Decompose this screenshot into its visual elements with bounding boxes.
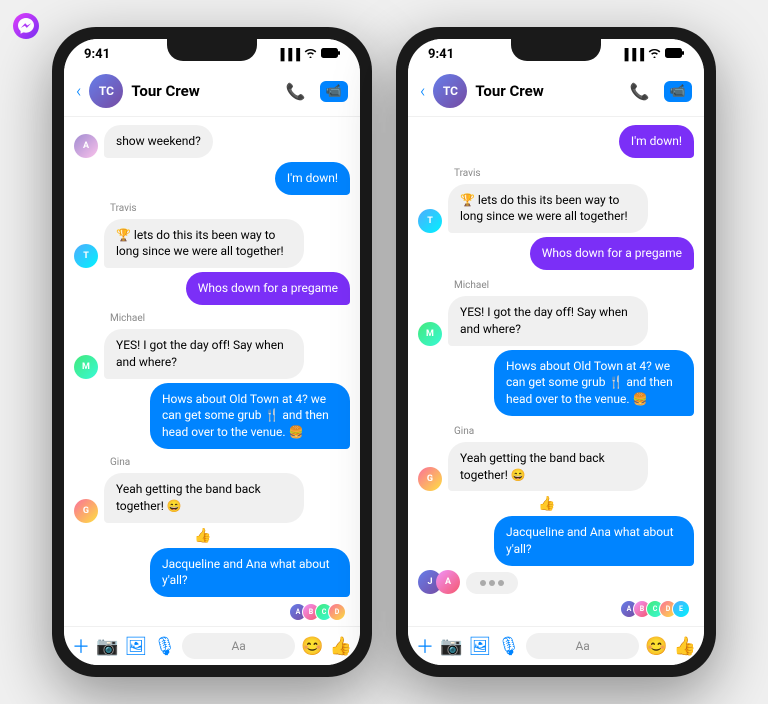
emoji-icon-2[interactable]: 😊 <box>645 636 667 657</box>
chat-header-2: ‹ TC Tour Crew 📞 📹 <box>408 66 704 117</box>
message-row: M YES! I got the day off! Say when and w… <box>418 296 694 346</box>
back-button-2[interactable]: ‹ <box>420 81 425 102</box>
signal-icon-1: ▐▐▐ <box>277 48 300 61</box>
message-row: Jacqueline and Ana what about y'all? <box>74 548 350 598</box>
sender-name: Michael <box>454 280 694 291</box>
video-button-1[interactable]: 📹 <box>320 81 348 102</box>
message-bubble: show weekend? <box>104 125 213 158</box>
signal-icon-2: ▐▐▐ <box>621 48 644 61</box>
message-row: A show weekend? <box>74 125 350 158</box>
message-row: I'm down! <box>74 162 350 195</box>
message-bubble: Hows about Old Town at 4? we can get som… <box>494 350 694 416</box>
avatar: A <box>436 570 460 594</box>
text-input-2[interactable]: Aa <box>526 633 639 659</box>
phone-1-screen: 9:41 ▐▐▐ ‹ TC Tour Crew 📞 📹 <box>64 39 360 665</box>
group-name-1: Tour Crew <box>131 82 278 100</box>
group-avatar-1: TC <box>89 74 123 108</box>
mic-icon-1[interactable]: 🎙 <box>153 636 176 657</box>
message-bubble: Jacqueline and Ana what about y'all? <box>150 548 350 598</box>
battery-icon-2 <box>665 48 684 61</box>
video-button-2[interactable]: 📹 <box>664 81 692 102</box>
camera-icon-2[interactable]: 📷 <box>440 636 462 657</box>
avatar: G <box>74 499 98 523</box>
camera-icon-1[interactable]: 📷 <box>96 636 118 657</box>
group-name-2: Tour Crew <box>475 82 622 100</box>
group-avatar-2: TC <box>433 74 467 108</box>
status-icons-1: ▐▐▐ <box>277 48 340 61</box>
notch-2 <box>511 39 601 61</box>
message-bubble: I'm down! <box>619 125 694 158</box>
avatar: G <box>418 467 442 491</box>
message-row: Hows about Old Town at 4? we can get som… <box>74 383 350 449</box>
avatar: T <box>418 209 442 233</box>
message-bubble: Hows about Old Town at 4? we can get som… <box>150 383 350 449</box>
wifi-icon-1 <box>304 48 317 61</box>
phone-1: 9:41 ▐▐▐ ‹ TC Tour Crew 📞 📹 <box>52 27 372 677</box>
notch-1 <box>167 39 257 61</box>
message-row: Jacqueline and Ana what about y'all? <box>418 516 694 566</box>
call-button-2[interactable]: 📞 <box>630 82 650 101</box>
text-input-1[interactable]: Aa <box>182 633 295 659</box>
avatar: M <box>74 355 98 379</box>
header-actions-2: 📞 📹 <box>630 81 692 102</box>
thumb-icon-2[interactable]: 👍 <box>674 636 696 657</box>
messenger-icon <box>12 12 40 40</box>
back-button-1[interactable]: ‹ <box>76 81 81 102</box>
message-bubble: Whos down for a pregame <box>186 272 350 305</box>
message-bubble: 🏆 lets do this its been way to long sinc… <box>104 219 304 269</box>
avatar: M <box>418 322 442 346</box>
message-bubble: YES! I got the day off! Say when and whe… <box>104 329 304 379</box>
status-time-1: 9:41 <box>84 47 110 62</box>
typing-bubble <box>466 572 518 594</box>
wifi-icon-2 <box>648 48 661 61</box>
mic-icon-2[interactable]: 🎙 <box>497 636 520 657</box>
sender-name: Travis <box>110 203 350 214</box>
battery-icon-1 <box>321 48 340 61</box>
phone-2-screen: 9:41 ▐▐▐ ‹ TC Tour Crew 📞 📹 <box>408 39 704 665</box>
message-row: Hows about Old Town at 4? we can get som… <box>418 350 694 416</box>
photo-icon-1[interactable]: 🖼 <box>124 636 147 657</box>
header-actions-1: 📞 📹 <box>286 81 348 102</box>
messages-area-2: I'm down! Travis T 🏆 lets do this its be… <box>408 117 704 626</box>
message-bubble: YES! I got the day off! Say when and whe… <box>448 296 648 346</box>
thumb-icon-1[interactable]: 👍 <box>330 636 352 657</box>
message-bubble: Yeah getting the band back together! 😄 <box>448 442 648 492</box>
photo-icon-2[interactable]: 🖼 <box>468 636 491 657</box>
typing-indicator-row: J A <box>418 570 694 594</box>
message-row: Whos down for a pregame <box>418 237 694 270</box>
sender-name: Michael <box>110 313 350 324</box>
message-row: G Yeah getting the band back together! 😄 <box>74 473 350 523</box>
emoji-icon-1[interactable]: 😊 <box>301 636 323 657</box>
avatar: T <box>74 244 98 268</box>
message-bubble: I'm down! <box>275 162 350 195</box>
message-row: I'm down! <box>418 125 694 158</box>
sender-name: Travis <box>454 168 694 179</box>
chat-header-1: ‹ TC Tour Crew 📞 📹 <box>64 66 360 117</box>
plus-icon-1[interactable]: ＋ <box>72 633 90 659</box>
message-row: Whos down for a pregame <box>74 272 350 305</box>
avatar: A <box>74 134 98 158</box>
message-row: T 🏆 lets do this its been way to long si… <box>418 184 694 234</box>
typing-dot <box>498 580 504 586</box>
message-bubble: Jacqueline and Ana what about y'all? <box>494 516 694 566</box>
messages-area-1: A show weekend? I'm down! Travis T 🏆 let… <box>64 117 360 626</box>
sender-name: Gina <box>110 457 350 468</box>
phone-2: 9:41 ▐▐▐ ‹ TC Tour Crew 📞 📹 <box>396 27 716 677</box>
sender-name: Gina <box>454 426 694 437</box>
message-bubble: Yeah getting the band back together! 😄 <box>104 473 304 523</box>
message-bubble: 🏆 lets do this its been way to long sinc… <box>448 184 648 234</box>
message-row: T 🏆 lets do this its been way to long si… <box>74 219 350 269</box>
input-bar-2: ＋ 📷 🖼 🎙 Aa 😊 👍 <box>408 626 704 665</box>
call-button-1[interactable]: 📞 <box>286 82 306 101</box>
message-row: M YES! I got the day off! Say when and w… <box>74 329 350 379</box>
typing-dot <box>480 580 486 586</box>
typing-dot <box>489 580 495 586</box>
input-bar-1: ＋ 📷 🖼 🎙 Aa 😊 👍 <box>64 626 360 665</box>
message-bubble: Whos down for a pregame <box>530 237 694 270</box>
message-row: G Yeah getting the band back together! 😄 <box>418 442 694 492</box>
plus-icon-2[interactable]: ＋ <box>416 633 434 659</box>
status-time-2: 9:41 <box>428 47 454 62</box>
status-icons-2: ▐▐▐ <box>621 48 684 61</box>
